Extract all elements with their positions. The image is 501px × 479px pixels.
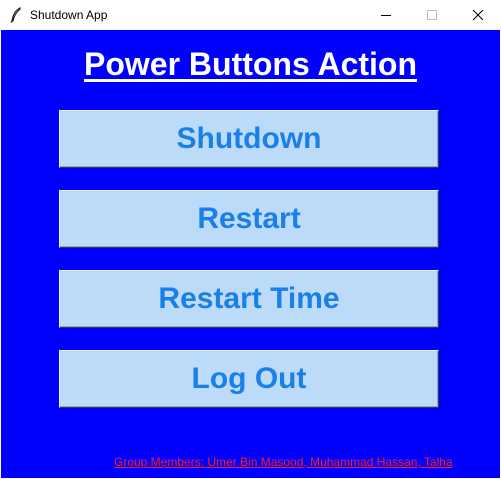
restart-button[interactable]: Restart [59, 190, 439, 248]
app-content: Power Buttons Action Shutdown Restart Re… [1, 30, 500, 478]
window-title: Shutdown App [30, 8, 108, 22]
group-members-text: Group Members: Umer Bin Masood, Muhammad… [114, 455, 453, 469]
minimize-button[interactable] [363, 0, 409, 30]
minimize-icon [381, 15, 391, 16]
title-bar: Shutdown App [0, 0, 501, 30]
close-button[interactable] [455, 0, 501, 30]
page-title: Power Buttons Action [83, 46, 418, 82]
feather-icon [10, 7, 22, 23]
maximize-button[interactable] [409, 0, 455, 30]
log-out-button[interactable]: Log Out [59, 350, 439, 408]
maximize-icon [427, 10, 437, 20]
shutdown-button[interactable]: Shutdown [59, 110, 439, 168]
close-icon [472, 9, 484, 21]
restart-time-button[interactable]: Restart Time [59, 270, 439, 328]
